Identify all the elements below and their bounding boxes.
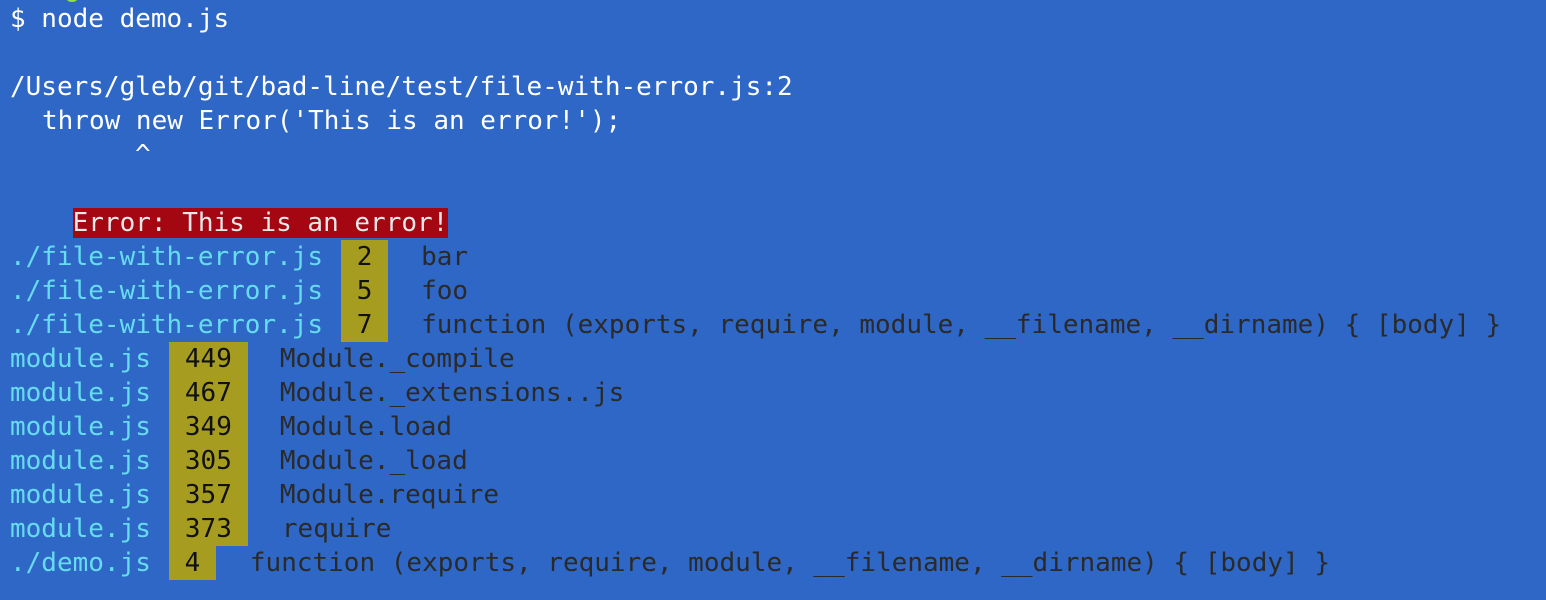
stack-frame: ./file-with-error.js 5 foo (10, 274, 1546, 308)
error-message: Error: This is an error! (72, 208, 449, 238)
stack-frame: module.js 305 Module._load (10, 444, 1546, 478)
stack-frame: module.js 349 Module.load (10, 410, 1546, 444)
stack-frame-function: require (281, 514, 392, 544)
stack-frame-file: ./file-with-error.js (10, 242, 324, 272)
stack-frame-file: ./file-with-error.js (10, 276, 324, 306)
stack-frame-function: Module.load (279, 412, 453, 442)
terminal-window[interactable]: $ node demo.js /Users/gleb/git/bad-line/… (0, 0, 1546, 600)
stack-frame-function: function (exports, require, module, __fi… (421, 310, 1502, 340)
command-line: $ node demo.js (10, 4, 230, 34)
stack-frame-function: function (exports, require, module, __fi… (249, 548, 1330, 578)
stack-frame-function: Module.require (279, 480, 500, 510)
stack-frame-file: module.js (10, 514, 151, 544)
error-caret: ^ (135, 140, 151, 170)
stack-frame: ./file-with-error.js 2 bar (10, 240, 1546, 274)
stack-frame-line: 5 (341, 274, 389, 308)
stack-frame-file: module.js (10, 412, 151, 442)
stack-frame-line: 7 (341, 308, 389, 342)
stack-frame: module.js 467 Module._extensions..js (10, 376, 1546, 410)
stack-frame-file: module.js (10, 480, 151, 510)
stack-frame-file: module.js (10, 446, 151, 476)
stack-frame-function: Module._compile (279, 344, 515, 374)
stack-frame-line: 4 (168, 546, 216, 580)
stack-frame-function: Module._load (279, 446, 468, 476)
stack-frame-file: ./file-with-error.js (10, 310, 324, 340)
stack-frame-function: bar (421, 242, 469, 272)
stack-frame-line: 467 (168, 376, 248, 410)
stack-frame: module.js 357 Module.require (10, 478, 1546, 512)
stack-frame-line: 449 (168, 342, 248, 376)
error-message-line: Error: This is an error! (10, 172, 1546, 238)
stack-frame: ./demo.js 4 function (exports, require, … (10, 546, 1546, 580)
stack-frame-file: ./demo.js (10, 548, 151, 578)
stack-frame-line: 357 (168, 478, 248, 512)
stack-frame-line: 373 (168, 512, 248, 546)
stack-frame-file: module.js (10, 344, 151, 374)
stack-frame-line: 349 (168, 410, 248, 444)
stack-frame-line: 2 (341, 240, 389, 274)
stack-frame: module.js 449 Module._compile (10, 342, 1546, 376)
error-source-code: throw new Error('This is an error!'); (42, 106, 622, 136)
stack-frame-function: Module._extensions..js (279, 378, 625, 408)
stack-frame-line: 305 (168, 444, 248, 478)
stack-frame: module.js 373 require (10, 512, 1546, 546)
stack-trace: ./file-with-error.js 2 bar ./file-with-e… (10, 240, 1546, 580)
stack-frame-file: module.js (10, 378, 151, 408)
stack-frame-function: foo (421, 276, 469, 306)
stack-frame: ./file-with-error.js 7 function (exports… (10, 308, 1546, 342)
error-location-path: /Users/gleb/git/bad-line/test/file-with-… (10, 72, 793, 102)
